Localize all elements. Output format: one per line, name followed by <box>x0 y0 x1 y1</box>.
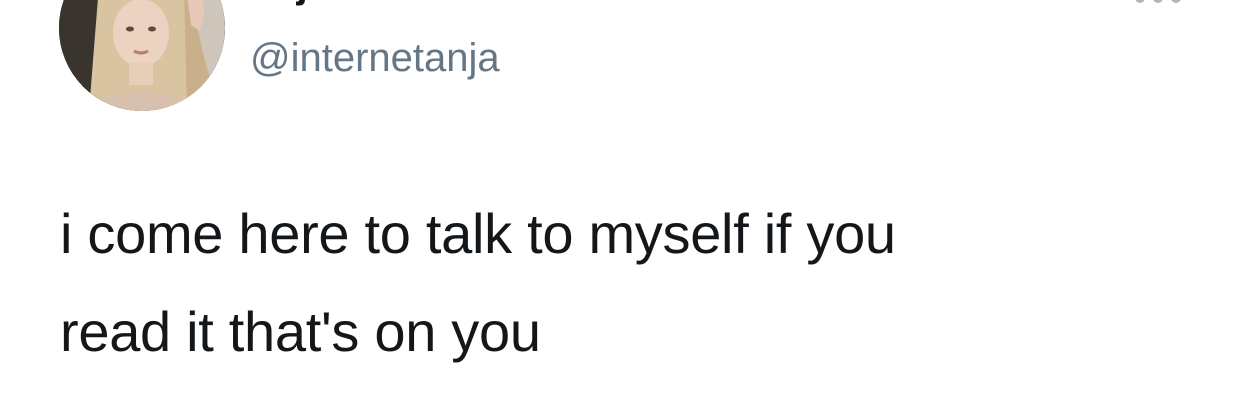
avatar[interactable] <box>59 0 225 111</box>
tweet-text-line: read it that's on you <box>60 300 541 363</box>
tweet-text-line: i come here to talk to myself if you <box>60 202 896 265</box>
user-handle[interactable]: @internetanja <box>250 38 500 78</box>
profile-photo-icon <box>59 0 225 111</box>
ellipsis-icon <box>1135 0 1181 3</box>
display-name[interactable]: anja <box>250 0 330 4</box>
more-options-button[interactable] <box>1128 0 1188 10</box>
tweet-card: anja @internetanja i come here to talk t… <box>0 0 1241 413</box>
tweet-text: i come here to talk to myself if you rea… <box>60 185 1140 381</box>
